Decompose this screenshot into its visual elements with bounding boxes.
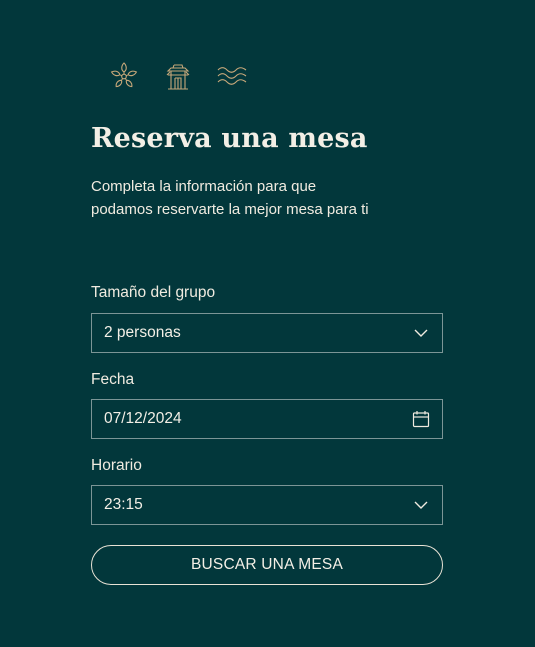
header-icons — [108, 60, 443, 92]
party-size-select[interactable]: 2 personas — [91, 313, 443, 353]
date-value: 07/12/2024 — [104, 410, 182, 427]
chevron-down-icon — [412, 324, 430, 342]
sakura-flower-icon — [108, 60, 140, 92]
pagoda-gate-icon — [162, 60, 194, 92]
search-table-button[interactable]: BUSCAR UNA MESA — [91, 545, 443, 585]
chevron-down-icon — [412, 496, 430, 514]
waves-icon — [216, 60, 248, 92]
time-label: Horario — [91, 457, 142, 474]
time-select[interactable]: 23:15 — [91, 485, 443, 525]
reservation-page: Reserva una mesa Completa la información… — [0, 0, 535, 647]
page-title: Reserva una mesa — [91, 123, 368, 154]
reservation-form-container: Reserva una mesa Completa la información… — [91, 60, 443, 585]
party-size-value: 2 personas — [104, 324, 181, 341]
page-subtitle: Completa la información para que podamos… — [91, 178, 369, 218]
calendar-icon[interactable] — [412, 410, 430, 428]
date-input[interactable]: 07/12/2024 — [91, 399, 443, 439]
party-size-label: Tamaño del grupo — [91, 284, 216, 301]
date-label: Fecha — [91, 371, 135, 388]
time-value: 23:15 — [104, 496, 143, 513]
